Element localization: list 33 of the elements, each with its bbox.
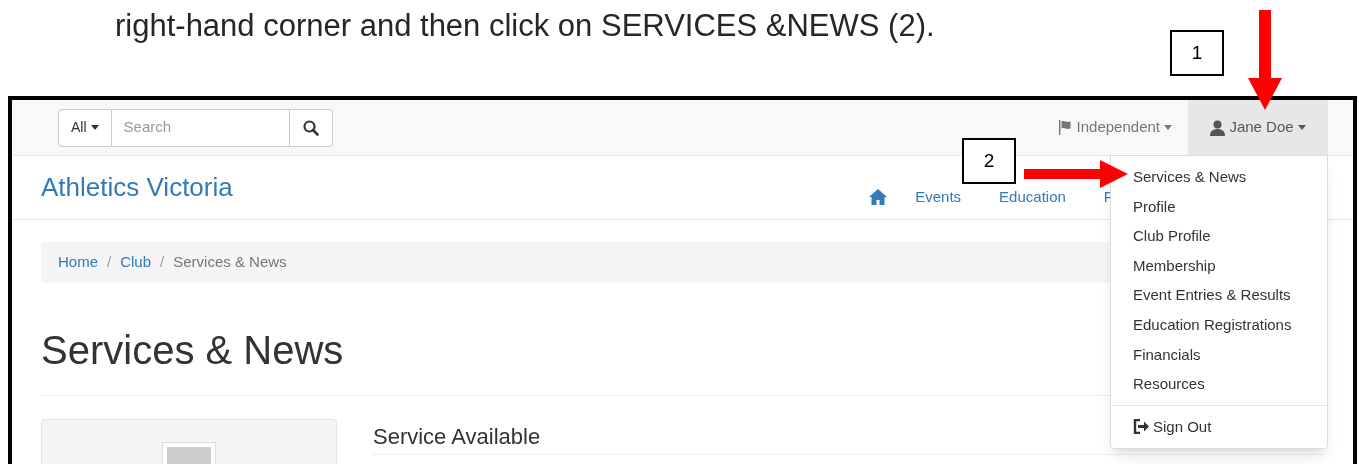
breadcrumb-link[interactable]: Club [120, 251, 152, 274]
menu-item[interactable]: Event Entries & Results [1133, 280, 1291, 310]
menu-item[interactable]: Education Registrations [1133, 309, 1292, 340]
menu-item[interactable]: Membership [1133, 250, 1216, 281]
search-button[interactable] [288, 108, 333, 147]
breadcrumb-separator: / [107, 252, 112, 273]
menu-item[interactable]: Club Profile [1133, 221, 1211, 251]
scope-dropdown[interactable]: All [58, 108, 112, 147]
callout-box: 1 [1170, 30, 1224, 76]
search-field[interactable]: Search [111, 108, 289, 147]
flag-icon [1057, 120, 1073, 135]
menu-item[interactable]: Resources [1133, 369, 1205, 399]
menu-item[interactable]: Financials [1133, 339, 1201, 370]
callout-box: 2 [962, 138, 1016, 184]
org-menu[interactable]: Independent [1057, 116, 1172, 139]
search-icon [302, 119, 319, 136]
user-icon [1210, 119, 1226, 136]
breadcrumb-separator: / [160, 252, 165, 273]
user-menu[interactable]: Jane Doe [1188, 100, 1328, 155]
instruction-text: right-hand corner and then click on SERVICES &NEWS (2). [115, 7, 936, 45]
brand-name[interactable]: Athletics Victoria [41, 168, 233, 207]
sign-out-icon [1133, 419, 1150, 435]
nav-link[interactable]: Events [915, 189, 962, 204]
caret-icon [1164, 125, 1172, 130]
breadcrumb-link[interactable]: Home [58, 251, 98, 274]
menu-item[interactable]: Services & News [1133, 162, 1247, 192]
nav-link[interactable]: Education [999, 189, 1066, 204]
caret-icon [1297, 125, 1306, 130]
current-page-label[interactable]: Services & News [173, 251, 287, 274]
home-icon[interactable] [869, 188, 888, 205]
caret-icon [90, 125, 99, 130]
menu-item[interactable]: Profile [1133, 191, 1176, 222]
page-title: Services & News [41, 327, 344, 373]
